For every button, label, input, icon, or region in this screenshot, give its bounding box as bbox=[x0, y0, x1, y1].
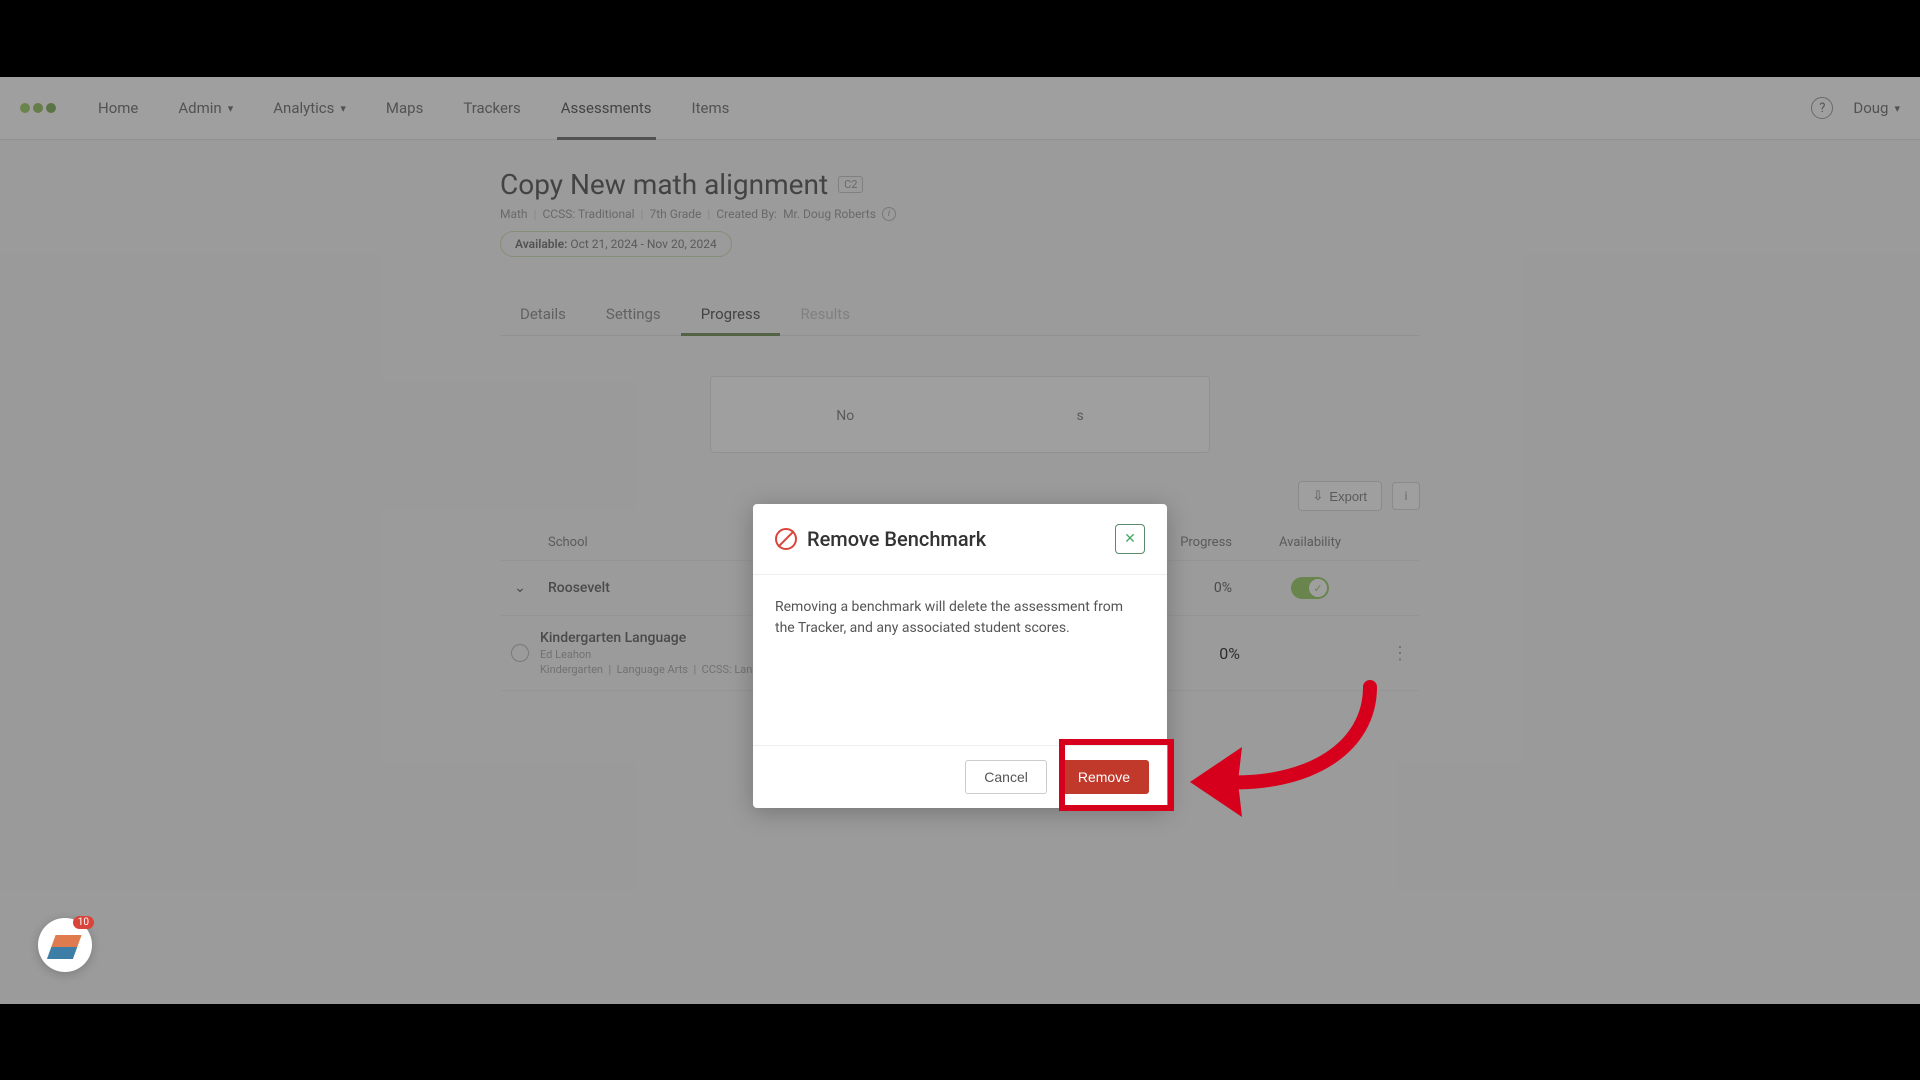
app-viewport: Home Admin ▾ Analytics ▾ Maps Trackers A… bbox=[0, 77, 1920, 1004]
remove-button[interactable]: Remove bbox=[1059, 760, 1149, 794]
modal-close-button[interactable]: ✕ bbox=[1115, 524, 1145, 554]
widget-count: 10 bbox=[73, 916, 94, 929]
remove-benchmark-modal: Remove Benchmark ✕ Removing a benchmark … bbox=[753, 504, 1167, 808]
floating-widget[interactable]: 10 bbox=[38, 918, 92, 972]
cancel-button[interactable]: Cancel bbox=[965, 760, 1047, 794]
ban-icon bbox=[775, 528, 797, 550]
modal-body-text: Removing a benchmark will delete the ass… bbox=[753, 575, 1167, 745]
modal-title: Remove Benchmark bbox=[807, 527, 986, 551]
